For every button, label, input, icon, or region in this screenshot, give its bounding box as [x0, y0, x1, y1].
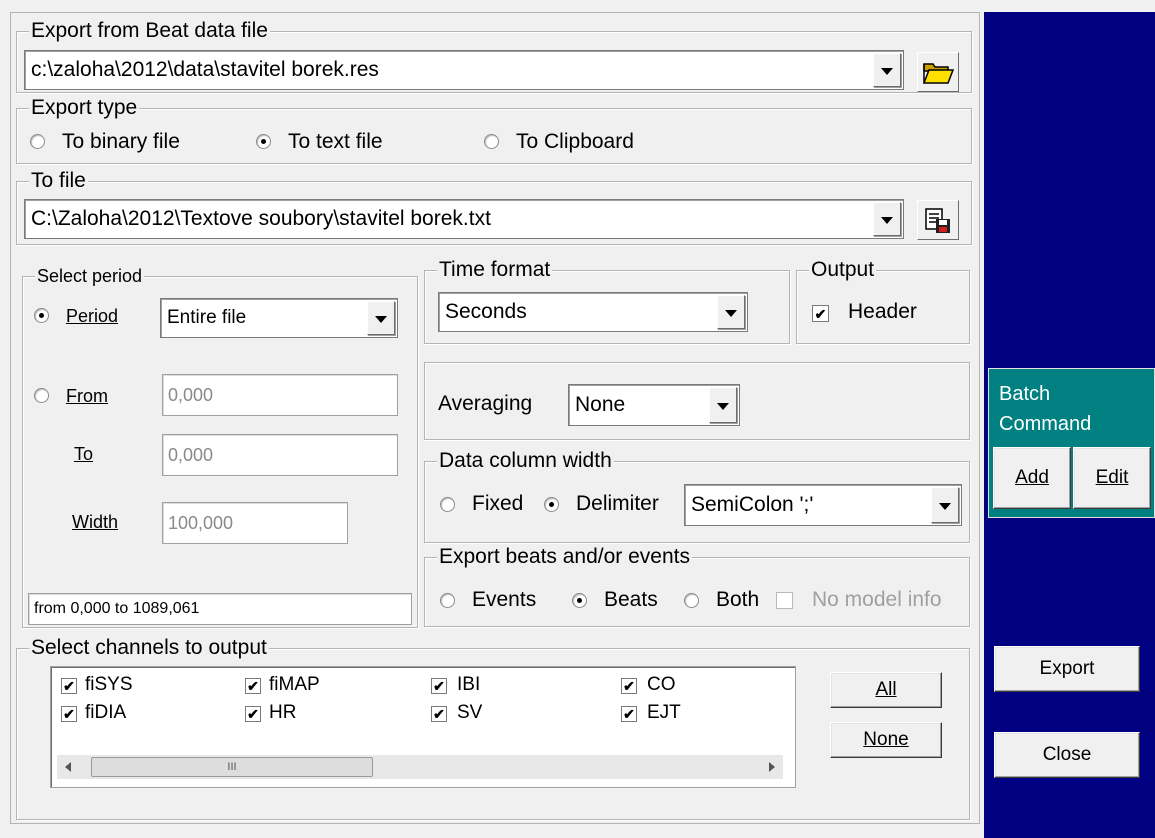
- time-format-combo[interactable]: Seconds: [438, 292, 748, 332]
- scroll-right-arrow-icon[interactable]: [769, 762, 775, 772]
- chevron-down-icon: [725, 310, 737, 317]
- channels-legend: Select channels to output: [29, 636, 269, 660]
- browse-source-button[interactable]: [917, 52, 959, 92]
- radio-events-label[interactable]: Events: [472, 588, 536, 612]
- radio-text-file-label[interactable]: To text file: [288, 130, 383, 154]
- chevron-down-icon: [881, 217, 893, 224]
- channel-checkbox-ejt[interactable]: ✔: [621, 706, 637, 722]
- save-file-icon: [925, 208, 950, 233]
- channel-label[interactable]: HR: [269, 701, 296, 725]
- averaging-dropdown-button[interactable]: [709, 387, 737, 423]
- time-format-legend: Time format: [437, 258, 553, 282]
- batch-add-button[interactable]: Add: [993, 447, 1071, 509]
- radio-binary-file[interactable]: [30, 134, 45, 149]
- radio-period-label[interactable]: Period: [66, 304, 118, 328]
- radio-fixed[interactable]: [440, 497, 455, 512]
- channels-list[interactable]: ✔ fiSYS ✔ fiMAP ✔ IBI ✔ CO ✔ fiDIA ✔ HR …: [50, 666, 796, 788]
- to-input[interactable]: 0,000: [162, 434, 398, 476]
- channel-checkbox-fisys[interactable]: ✔: [61, 678, 77, 694]
- averaging-combo[interactable]: None: [568, 384, 740, 426]
- batch-title-line1: Batch: [999, 383, 1051, 405]
- channel-label[interactable]: EJT: [647, 701, 681, 725]
- channel-checkbox-fidia[interactable]: ✔: [61, 706, 77, 722]
- radio-text-file[interactable]: [256, 134, 271, 149]
- batch-command-panel: Batch Command Add Edit: [988, 368, 1155, 518]
- radio-fixed-label[interactable]: Fixed: [472, 492, 523, 516]
- channels-scrollbar[interactable]: III: [57, 755, 783, 779]
- export-from-legend: Export from Beat data file: [29, 19, 270, 43]
- source-file-combo[interactable]: c:\zaloha\2012\data\stavitel borek.res: [24, 50, 904, 90]
- averaging-value: None: [575, 393, 626, 416]
- radio-period[interactable]: [34, 308, 49, 323]
- to-label: To: [74, 444, 94, 464]
- delimiter-combo[interactable]: SemiColon ';': [684, 484, 962, 526]
- delimiter-dropdown-button[interactable]: [931, 487, 959, 523]
- radio-delimiter-label[interactable]: Delimiter: [576, 492, 659, 516]
- close-button[interactable]: Close: [994, 732, 1140, 778]
- target-file-path: C:\Zaloha\2012\Textove soubory\stavitel …: [31, 207, 491, 230]
- radio-binary-file-label[interactable]: To binary file: [62, 130, 180, 154]
- select-period-legend: Select period: [35, 264, 145, 288]
- no-model-info-checkbox[interactable]: [776, 592, 793, 609]
- channel-checkbox-ibi[interactable]: ✔: [431, 678, 447, 694]
- source-file-dropdown-button[interactable]: [873, 53, 901, 87]
- output-legend: Output: [809, 258, 877, 282]
- from-label[interactable]: From: [66, 384, 108, 408]
- channel-label[interactable]: IBI: [457, 673, 480, 697]
- radio-events[interactable]: [440, 593, 455, 608]
- save-as-button[interactable]: [917, 200, 959, 240]
- radio-both[interactable]: [684, 593, 699, 608]
- delimiter-value: SemiColon ';': [691, 493, 814, 516]
- radio-from[interactable]: [34, 388, 49, 403]
- export-button[interactable]: Export: [994, 646, 1140, 692]
- channel-label[interactable]: CO: [647, 673, 676, 697]
- averaging-label: Averaging: [438, 392, 533, 415]
- radio-clipboard-label[interactable]: To Clipboard: [516, 130, 634, 154]
- target-file-dropdown-button[interactable]: [873, 202, 901, 236]
- time-format-value: Seconds: [445, 300, 527, 323]
- channel-label[interactable]: fiMAP: [269, 673, 320, 697]
- channel-checkbox-fimap[interactable]: ✔: [245, 678, 261, 694]
- export-beats-events-legend: Export beats and/or events: [437, 545, 692, 569]
- from-input[interactable]: 0,000: [162, 374, 398, 416]
- period-summary: from 0,000 to 1089,061: [28, 593, 412, 625]
- batch-title-line2: Command: [999, 413, 1092, 435]
- time-format-dropdown-button[interactable]: [717, 295, 745, 329]
- scroll-thumb-grip: III: [227, 761, 237, 773]
- radio-beats-label[interactable]: Beats: [604, 588, 658, 612]
- radio-beats[interactable]: [572, 593, 587, 608]
- radio-clipboard[interactable]: [484, 134, 499, 149]
- channel-label[interactable]: SV: [457, 701, 482, 725]
- scroll-thumb[interactable]: III: [91, 757, 373, 777]
- batch-edit-button[interactable]: Edit: [1073, 447, 1151, 509]
- source-file-path: c:\zaloha\2012\data\stavitel borek.res: [31, 58, 379, 81]
- channel-checkbox-hr[interactable]: ✔: [245, 706, 261, 722]
- scroll-left-arrow-icon[interactable]: [65, 762, 71, 772]
- target-file-combo[interactable]: C:\Zaloha\2012\Textove soubory\stavitel …: [24, 199, 904, 239]
- period-value: Entire file: [167, 307, 247, 328]
- select-all-button[interactable]: All: [830, 672, 942, 708]
- header-checkbox-label[interactable]: Header: [848, 300, 917, 324]
- data-column-width-legend: Data column width: [437, 449, 614, 473]
- width-label: Width: [72, 512, 119, 532]
- no-model-info-label: No model info: [812, 588, 942, 611]
- header-checkbox[interactable]: ✔: [812, 305, 829, 322]
- radio-both-label[interactable]: Both: [716, 588, 759, 612]
- width-input[interactable]: 100,000: [162, 502, 348, 544]
- select-none-button[interactable]: None: [830, 722, 942, 758]
- channel-label[interactable]: fiDIA: [85, 701, 126, 725]
- folder-open-icon: [922, 63, 954, 84]
- channel-checkbox-sv[interactable]: ✔: [431, 706, 447, 722]
- radio-delimiter[interactable]: [544, 497, 559, 512]
- channel-checkbox-co[interactable]: ✔: [621, 678, 637, 694]
- chevron-down-icon: [881, 68, 893, 75]
- chevron-down-icon: [717, 403, 729, 410]
- period-dropdown-button[interactable]: [367, 301, 395, 335]
- export-type-legend: Export type: [29, 96, 140, 120]
- chevron-down-icon: [939, 503, 951, 510]
- to-file-legend: To file: [29, 169, 88, 193]
- channel-label[interactable]: fiSYS: [85, 673, 133, 697]
- chevron-down-icon: [375, 316, 387, 323]
- period-combo[interactable]: Entire file: [160, 298, 398, 338]
